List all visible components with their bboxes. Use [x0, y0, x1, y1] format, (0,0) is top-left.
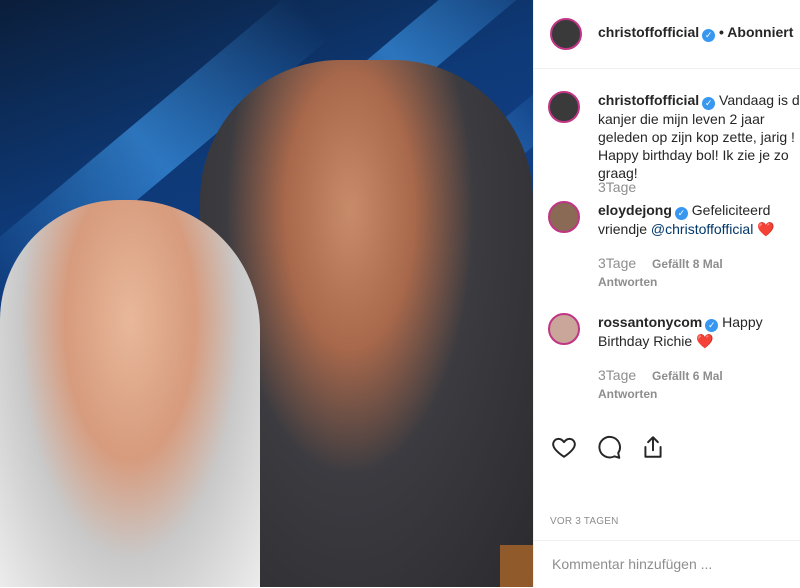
verified-badge-icon: ✓ [702, 29, 716, 42]
post-side-panel: christoffofficial ✓ • Abonniert christoff… [533, 0, 800, 587]
avatar[interactable] [548, 313, 580, 345]
action-bar [534, 430, 800, 470]
comment-icon[interactable] [596, 434, 622, 460]
verified-badge-icon: ✓ [705, 319, 719, 332]
reply-button[interactable]: Antworten [598, 275, 657, 289]
photo-corner-sign [500, 545, 533, 587]
comments-list[interactable]: christoffofficial ✓ Vandaag is de kanjer … [534, 69, 800, 419]
avatar[interactable] [548, 91, 580, 123]
avatar[interactable] [548, 201, 580, 233]
person-left [0, 200, 260, 587]
header-username[interactable]: christoffofficial [598, 24, 699, 40]
heart-icon[interactable] [551, 434, 577, 460]
comment-likes[interactable]: Gefällt 6 Mal [652, 369, 723, 383]
heart-emoji: ❤️ [757, 221, 775, 237]
caption-username[interactable]: christoffofficial [598, 92, 699, 108]
comment-input[interactable] [550, 555, 789, 573]
comment-username[interactable]: rossantonycom [598, 314, 702, 330]
add-comment-bar [534, 540, 800, 588]
verified-badge-icon: ✓ [674, 207, 688, 220]
verified-badge-icon: ✓ [702, 97, 716, 110]
comment-time[interactable]: 3Tage [598, 255, 636, 271]
comment-likes[interactable]: Gefällt 8 Mal [652, 257, 723, 271]
post-date[interactable]: VOR 3 TAGEN [550, 516, 619, 527]
comment-time[interactable]: 3Tage [598, 367, 636, 383]
share-icon[interactable] [640, 434, 666, 460]
avatar[interactable] [550, 18, 582, 50]
heart-emoji: ❤️ [696, 333, 714, 349]
comment-username[interactable]: eloydejong [598, 202, 672, 218]
follow-status-button[interactable]: • Abonniert [719, 24, 793, 40]
caption-time[interactable]: 3Tage [598, 179, 636, 195]
reply-button[interactable]: Antworten [598, 387, 657, 401]
post-photo[interactable]: ncin [0, 0, 533, 587]
post-header: christoffofficial ✓ • Abonniert [534, 0, 800, 69]
comment-mention-link[interactable]: @christoffofficial [651, 221, 753, 237]
